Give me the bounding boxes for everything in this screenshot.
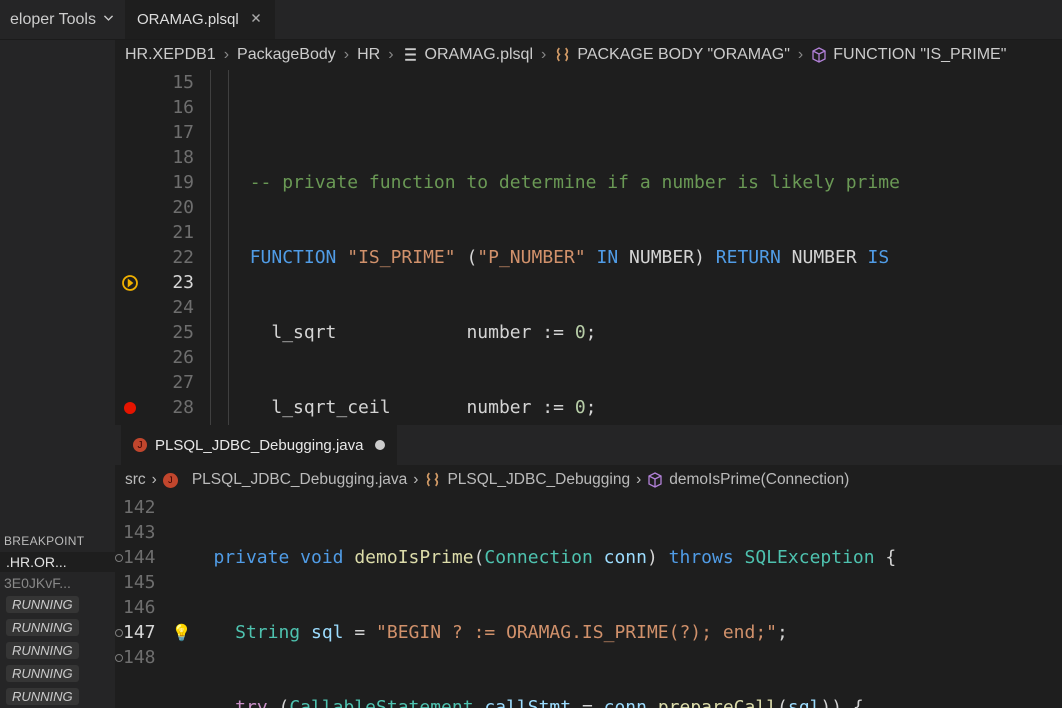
code-area[interactable]: private void demoIsPrime(Connection conn… [191,495,1062,708]
sidebar-tab-hr-or[interactable]: .HR.OR... [0,552,115,572]
lightbulb-icon[interactable]: 💡 [172,620,192,645]
breakpoint-icon[interactable] [115,395,145,420]
crumb[interactable]: ORAMAG.plsql [425,46,533,64]
thread-status[interactable]: RUNNING [6,688,79,705]
editor-plsql[interactable]: 1516 1718 1920 2122 2324 2526 2728 -- pr… [115,70,1062,425]
file-icon [402,46,419,64]
dirty-indicator-icon [375,440,385,450]
crumb[interactable]: src [125,471,146,489]
crumb[interactable]: HR [357,46,380,64]
crumb[interactable]: HR.XEPDB1 [125,46,216,64]
tab-bar: eloper Tools ORAMAG.plsql [0,0,1062,40]
breadcrumb: HR.XEPDB1› PackageBody› HR› ORAMAG.plsql… [115,40,1062,70]
crumb[interactable]: PackageBody [237,46,336,64]
tab-label: ORAMAG.plsql [137,11,239,28]
method-icon [647,471,663,489]
thread-status[interactable]: RUNNING [6,596,79,613]
glyph-margin[interactable] [115,70,145,425]
breadcrumb: src› J PLSQL_JDBC_Debugging.java› PLSQL_… [115,465,1062,495]
editor-java[interactable]: 142143 144145 146147 148 💡 private void … [115,495,1062,708]
namespace-icon [554,46,571,64]
line-numbers: 142143 144145 146147 148 [123,495,172,708]
execution-pointer-icon [115,270,145,295]
crumb[interactable]: PLSQL_JDBC_Debugging.java [192,471,407,489]
close-icon[interactable] [249,11,263,29]
editor-tab-java[interactable]: J PLSQL_JDBC_Debugging.java [121,425,397,465]
code-area[interactable]: -- private function to determine if a nu… [210,70,1062,425]
class-icon [424,471,441,489]
chevron-down-icon [102,11,115,29]
line-numbers: 1516 1718 1920 2122 2324 2526 2728 [145,70,210,425]
developer-tools-dropdown[interactable]: eloper Tools [0,0,125,39]
crumb[interactable]: demoIsPrime(Connection) [669,471,849,489]
sidebar-path: 3E0JKvF... [0,573,115,593]
sidebar-section-breakpoints[interactable]: BREAKPOINT [0,531,115,551]
crumb[interactable]: PACKAGE BODY "ORAMAG" [577,46,790,64]
tab-label: PLSQL_JDBC_Debugging.java [155,437,363,454]
java-file-icon: J [163,473,178,488]
thread-status[interactable]: RUNNING [6,619,79,636]
stack-frame-icon [115,620,123,645]
thread-status[interactable]: RUNNING [6,665,79,682]
stack-frame-icon [115,545,123,570]
stack-frame-icon [115,645,123,670]
lower-tab-bar: J PLSQL_JDBC_Debugging.java [115,425,1062,465]
java-file-icon: J [133,438,147,452]
crumb[interactable]: FUNCTION "IS_PRIME" [833,46,1006,64]
debug-sidebar: BREAKPOINT .HR.OR... 3E0JKvF... RUNNING … [0,40,115,708]
crumb[interactable]: PLSQL_JDBC_Debugging [447,471,630,489]
function-icon [811,46,827,64]
glyph-margin[interactable] [115,495,123,708]
lightbulb-gutter: 💡 [172,495,192,708]
editor-tab-oramag[interactable]: ORAMAG.plsql [125,0,276,39]
thread-status[interactable]: RUNNING [6,642,79,659]
